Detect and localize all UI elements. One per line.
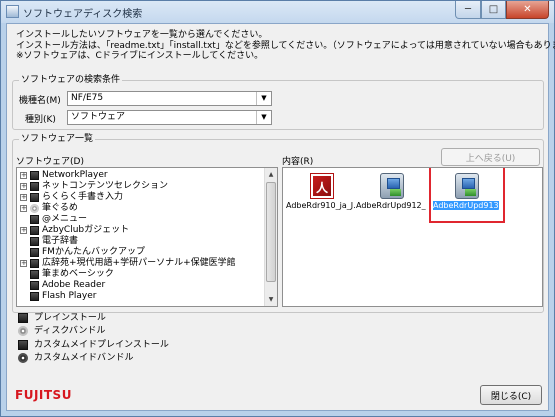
intro-text: インストールしたいソフトウェアを一覧から選んでください。 インストール方法は、「…	[16, 30, 555, 62]
preinstall-icon	[30, 270, 39, 279]
model-combobox[interactable]: NF/E75 ▼	[67, 91, 272, 106]
close-button[interactable]: 閉じる(C)	[480, 385, 542, 405]
tree-scrollbar[interactable]: ▲ ▼	[264, 168, 277, 306]
installer-file-icon	[380, 173, 404, 199]
scroll-thumb[interactable]	[266, 182, 276, 282]
scroll-up-icon[interactable]: ▲	[265, 168, 277, 181]
preinstall-icon	[30, 215, 39, 224]
fujitsu-logo: FUJITSU	[15, 388, 72, 402]
type-value: ソフトウェア	[71, 112, 126, 122]
window-title: ソフトウェアディスク検索	[23, 9, 143, 20]
tree-item-label: Flash Player	[42, 291, 97, 301]
intro-line: インストール方法は、「readme.txt」「install.txt」などを参照…	[16, 40, 555, 51]
expand-icon[interactable]: +	[20, 172, 27, 179]
legend-label: カスタムメイドプレインストール	[34, 340, 169, 350]
tree-item-label: NetworkPlayer	[42, 170, 108, 180]
tree-item-label: 筆まめベーシック	[42, 269, 114, 279]
file-item-selected[interactable]: AdbeRdrUpd913_all_incr.msp	[429, 168, 505, 223]
tree-item-label: 電子辞書	[42, 236, 79, 246]
preinstall-icon	[30, 248, 39, 257]
maximize-button[interactable]: □	[481, 1, 506, 19]
legend-label: プレインストール	[34, 313, 106, 323]
close-window-button[interactable]: ✕	[506, 1, 549, 19]
custom-preinstall-icon	[18, 340, 28, 350]
tree-item-label: Adobe Reader	[42, 280, 106, 290]
search-group-label: ソフトウェアの検索条件	[19, 75, 123, 86]
tree-item-label: ネットコンテンツセレクション	[42, 181, 169, 191]
expand-icon[interactable]: +	[20, 183, 27, 190]
chevron-down-icon[interactable]: ▼	[256, 92, 271, 105]
tree-item-label: FMかんたんバックアップ	[42, 247, 145, 257]
file-item[interactable]: AdbeRdrUpd912_...	[356, 171, 430, 223]
preinstall-icon	[30, 182, 39, 191]
up-button[interactable]: 上へ戻る(U)	[441, 148, 540, 166]
pdf-file-icon: 人	[310, 173, 334, 199]
custom-bundle-icon	[18, 353, 28, 363]
installer-file-icon	[455, 173, 479, 199]
preinstall-icon	[30, 237, 39, 246]
expand-icon[interactable]: +	[20, 194, 27, 201]
caption-buttons: ─ □ ✕	[455, 1, 549, 19]
preinstall-icon	[30, 292, 39, 301]
minimize-button[interactable]: ─	[455, 1, 481, 19]
app-window: ソフトウェアディスク検索 ─ □ ✕ インストールしたいソフトウェアを一覧から選…	[0, 0, 555, 417]
tree-item-label: らくらく手書き入力	[42, 192, 124, 202]
file-name: AdbeRdrUpd912_...	[356, 201, 426, 210]
file-name: AdbeRdrUpd913_all_incr.msp	[433, 201, 499, 210]
content-list[interactable]: 人 AdbeRdr910_ja_J... AdbeRdrUpd912_... A…	[282, 167, 543, 307]
intro-line: インストールしたいソフトウェアを一覧から選んでください。	[16, 30, 268, 40]
intro-line: ※ソフトウェアは、Cドライブにインストールしてください。	[16, 51, 264, 61]
tree-label: ソフトウェア(D)	[16, 157, 84, 167]
preinstall-icon	[30, 281, 39, 290]
type-combobox[interactable]: ソフトウェア ▼	[67, 110, 272, 125]
expand-icon[interactable]: +	[20, 227, 27, 234]
preinstall-icon	[18, 313, 28, 323]
type-label: 種別(K)	[25, 115, 56, 125]
disc-bundle-icon	[18, 326, 28, 336]
disc-search-icon	[6, 5, 19, 18]
file-item[interactable]: 人 AdbeRdr910_ja_J...	[286, 171, 360, 223]
chevron-down-icon[interactable]: ▼	[256, 111, 271, 124]
preinstall-icon	[30, 171, 39, 180]
tree-item-label: AzbyClubガジェット	[42, 225, 130, 235]
expand-icon[interactable]: +	[20, 260, 27, 267]
tree-item-label: 広辞苑+現代用語+学研パーソナル+保健医学館	[42, 258, 236, 268]
preinstall-icon	[30, 259, 39, 268]
scroll-down-icon[interactable]: ▼	[265, 293, 277, 306]
model-value: NF/E75	[71, 93, 104, 103]
file-name: AdbeRdr910_ja_J...	[286, 201, 356, 210]
list-group-label: ソフトウェア一覧	[19, 134, 96, 145]
expand-icon[interactable]: +	[20, 205, 27, 212]
disc-bundle-icon	[30, 204, 39, 213]
software-tree[interactable]: + NetworkPlayer + ネットコンテンツセレクション + らくらく手…	[16, 167, 278, 307]
preinstall-icon	[30, 226, 39, 235]
title-bar[interactable]: ソフトウェアディスク検索 ─ □ ✕	[1, 1, 554, 23]
legend-label: カスタムメイドバンドル	[34, 353, 134, 363]
dialog-client: インストールしたいソフトウェアを一覧から選んでください。 インストール方法は、「…	[6, 23, 555, 411]
legend-label: ディスクバンドル	[34, 326, 106, 336]
content-label: 内容(R)	[282, 157, 314, 167]
model-label: 機種名(M)	[19, 96, 61, 106]
preinstall-icon	[30, 193, 39, 202]
tree-item-label: @メニュー	[42, 214, 88, 224]
tree-item-label: 筆ぐるめ	[42, 203, 78, 213]
